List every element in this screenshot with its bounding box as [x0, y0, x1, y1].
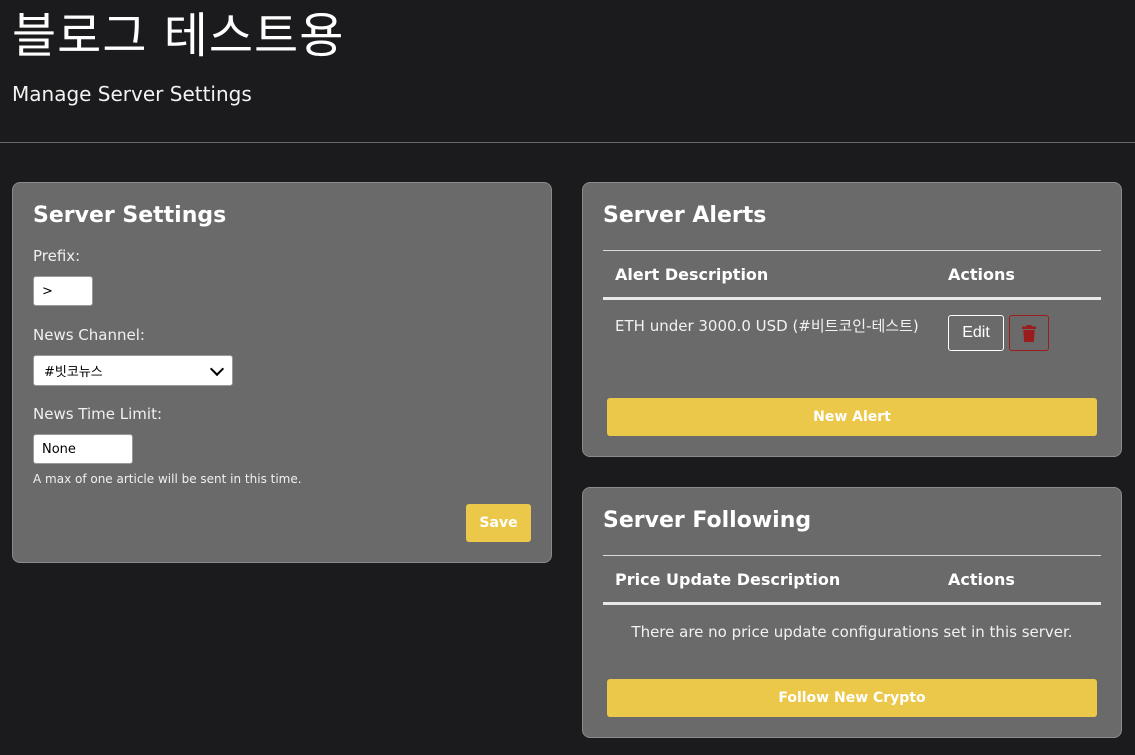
following-table-header: Price Update Description Actions — [603, 555, 1101, 605]
empty-following-message: There are no price update configurations… — [631, 623, 1073, 641]
page-header: 블로그 테스트용 Manage Server Settings — [0, 0, 1135, 143]
server-alerts-title: Server Alerts — [603, 203, 767, 228]
news-time-limit-label: News Time Limit: — [33, 405, 163, 423]
delete-alert-button[interactable] — [1009, 315, 1049, 351]
save-button[interactable]: Save — [466, 504, 531, 542]
alerts-table-header: Alert Description Actions — [603, 250, 1101, 300]
news-channel-label: News Channel: — [33, 326, 145, 344]
news-channel-value: #빗코뉴스 — [44, 365, 103, 380]
column-header-alert-description: Alert Description — [615, 265, 769, 284]
server-following-card: Server Following Price Update Descriptio… — [582, 487, 1122, 738]
column-header-price-update-description: Price Update Description — [615, 570, 841, 589]
prefix-label: Prefix: — [33, 247, 81, 265]
news-time-limit-input[interactable] — [33, 434, 133, 464]
column-header-actions: Actions — [948, 265, 1015, 284]
trash-icon — [1022, 324, 1036, 342]
server-alerts-card: Server Alerts Alert Description Actions … — [582, 182, 1122, 457]
time-limit-help-text: A max of one article will be sent in thi… — [33, 472, 302, 486]
server-name-title: 블로그 테스트용 — [12, 8, 345, 64]
server-following-title: Server Following — [603, 508, 812, 533]
chevron-down-icon — [209, 361, 225, 376]
follow-new-crypto-button[interactable]: Follow New Crypto — [607, 679, 1097, 717]
server-settings-card: Server Settings Prefix: News Channel: #빗… — [12, 182, 552, 563]
page-subtitle: Manage Server Settings — [12, 82, 252, 106]
new-alert-button[interactable]: New Alert — [607, 398, 1097, 436]
prefix-input[interactable] — [33, 276, 93, 306]
server-settings-title: Server Settings — [33, 203, 227, 228]
news-channel-select[interactable]: #빗코뉴스 — [33, 355, 233, 386]
alert-description: ETH under 3000.0 USD (#비트코인-테스트) — [615, 317, 919, 335]
column-header-actions: Actions — [948, 570, 1015, 589]
edit-alert-button[interactable]: Edit — [948, 315, 1004, 351]
